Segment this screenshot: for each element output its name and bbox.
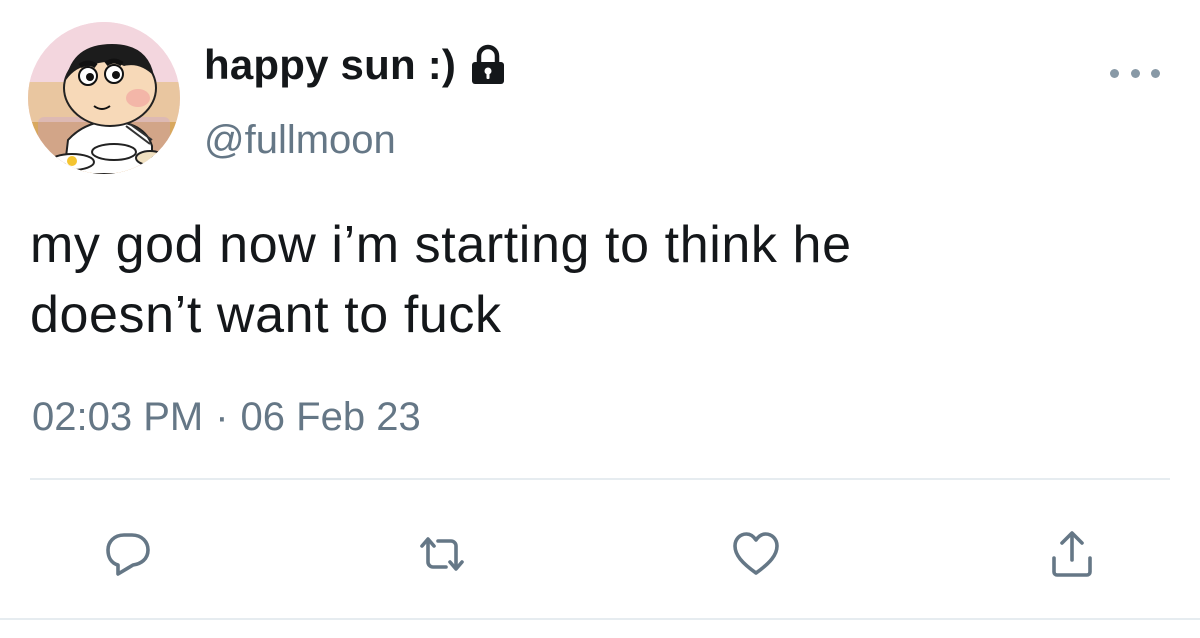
heart-icon bbox=[733, 532, 779, 575]
more-dot bbox=[1110, 68, 1119, 78]
user-name-row: happy sun :) bbox=[204, 40, 508, 90]
reply-button[interactable] bbox=[100, 526, 156, 582]
more-dots-icon[interactable] bbox=[1110, 60, 1160, 86]
share-icon bbox=[1052, 531, 1092, 577]
retweet-button[interactable] bbox=[414, 526, 470, 582]
avatar[interactable] bbox=[28, 22, 180, 174]
tweet-date: 06 Feb 23 bbox=[240, 395, 421, 439]
user-handle[interactable]: @fullmoon bbox=[204, 116, 396, 164]
more-dot bbox=[1151, 68, 1160, 78]
tweet-card: happy sun :) @fullmoon my god now i’m st… bbox=[0, 0, 1200, 638]
more-dot bbox=[1130, 68, 1140, 78]
like-button[interactable] bbox=[728, 526, 784, 582]
retweet-icon bbox=[420, 537, 464, 571]
tweet-text-line: doesn’t want to fuck bbox=[30, 286, 502, 344]
tweet-text: my god now i’m starting to think he does… bbox=[30, 210, 1170, 350]
tweet-timestamp[interactable]: 02:03 PM · 06 Feb 23 bbox=[32, 392, 421, 442]
tweet-time: 02:03 PM bbox=[32, 395, 204, 439]
cartoon-boy-avatar-image bbox=[28, 22, 180, 174]
tweet-text-line: my god now i’m starting to think he bbox=[30, 216, 852, 274]
share-button[interactable] bbox=[1044, 526, 1100, 582]
reply-icon bbox=[106, 533, 150, 576]
lock-icon bbox=[472, 44, 505, 84]
meta-separator: · bbox=[215, 395, 229, 439]
display-name[interactable]: happy sun :) bbox=[204, 40, 456, 90]
divider bbox=[30, 478, 1170, 480]
bottom-divider bbox=[0, 618, 1200, 620]
